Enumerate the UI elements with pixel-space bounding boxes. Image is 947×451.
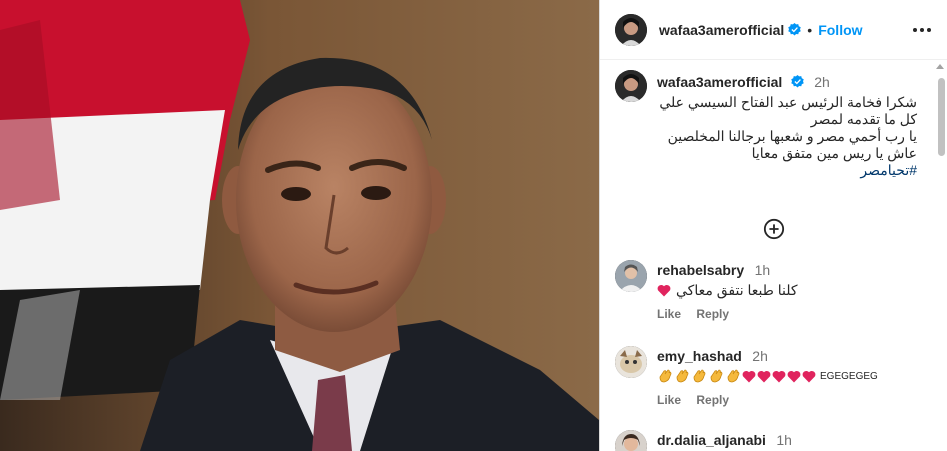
comment-avatar[interactable] (615, 260, 647, 292)
heart-icon (802, 370, 816, 382)
heart-icon (657, 284, 671, 297)
author-avatar[interactable] (615, 13, 647, 46)
heart-icon (787, 370, 801, 382)
verified-badge-icon (791, 75, 804, 88)
author-username[interactable]: wafaa3amerofficial (659, 22, 784, 38)
comment-text: EGEGEGEG (657, 368, 878, 384)
post-side-panel: wafaa3amerofficial • Follow wafaa3amerof… (599, 0, 947, 451)
verified-badge-icon (788, 23, 802, 36)
more-options-icon[interactable] (911, 22, 933, 38)
comment-time[interactable]: 1h (776, 432, 792, 448)
comment-text-body: كلنا طبعا نتفق معاكي (676, 282, 798, 298)
caption-time[interactable]: 2h (814, 74, 830, 90)
comment-text: كلنا طبعا نتفق معاكي (657, 282, 798, 299)
comment-username[interactable]: rehabelsabry (657, 262, 744, 278)
comment-time[interactable]: 2h (752, 348, 768, 364)
heart-icon (772, 370, 786, 382)
comment-avatar[interactable] (615, 430, 647, 451)
clap-icon (693, 369, 706, 383)
separator-dot: • (807, 21, 813, 38)
comment-actions: Like Reply (657, 307, 741, 321)
add-comment-icon[interactable] (763, 218, 785, 240)
caption-username[interactable]: wafaa3amerofficial (657, 74, 782, 90)
caption-text: شكرا فخامة الرئيس عبد الفتاح السيسي علي … (657, 94, 917, 179)
caption-line: كل ما تقدمه لمصر (810, 111, 917, 127)
caption-line: شكرا فخامة الرئيس عبد الفتاح السيسي علي (659, 94, 917, 110)
clap-icon (710, 369, 723, 383)
comment-actions: Like Reply (657, 393, 741, 407)
clap-icon (727, 369, 740, 383)
caption-line: يا رب أحمي مصر و شعبها برجالنا المخلصين (667, 128, 917, 144)
caption-hashtag[interactable]: #تحيامصر (657, 162, 917, 179)
caption-line: عاش يا ريس مين متفق معايا (751, 145, 917, 161)
clap-icon (676, 369, 689, 383)
like-button[interactable]: Like (657, 393, 681, 407)
scrollbar-thumb[interactable] (938, 78, 945, 156)
instagram-post-modal: wafaa3amerofficial • Follow wafaa3amerof… (0, 0, 947, 451)
comment-username[interactable]: emy_hashad (657, 348, 742, 364)
post-photo[interactable] (0, 0, 599, 451)
heart-icon (757, 370, 771, 382)
scroll-up-arrow[interactable] (936, 64, 944, 69)
comments-scroll-area[interactable]: wafaa3amerofficial 2h شكرا فخامة الرئيس … (600, 60, 947, 451)
reply-button[interactable]: Reply (696, 307, 729, 321)
comment-avatar[interactable] (615, 346, 647, 378)
reply-button[interactable]: Reply (696, 393, 729, 407)
like-button[interactable]: Like (657, 307, 681, 321)
post-header: wafaa3amerofficial • Follow (600, 0, 947, 60)
caption-avatar[interactable] (615, 70, 647, 102)
comment-username[interactable]: dr.dalia_aljanabi (657, 432, 766, 448)
follow-button[interactable]: Follow (818, 22, 862, 38)
heart-icon (742, 370, 756, 382)
portrait-image (0, 0, 599, 451)
clap-icon (659, 369, 672, 383)
comment-time[interactable]: 1h (755, 262, 771, 278)
comment-text-suffix: EGEGEGEG (820, 370, 878, 382)
